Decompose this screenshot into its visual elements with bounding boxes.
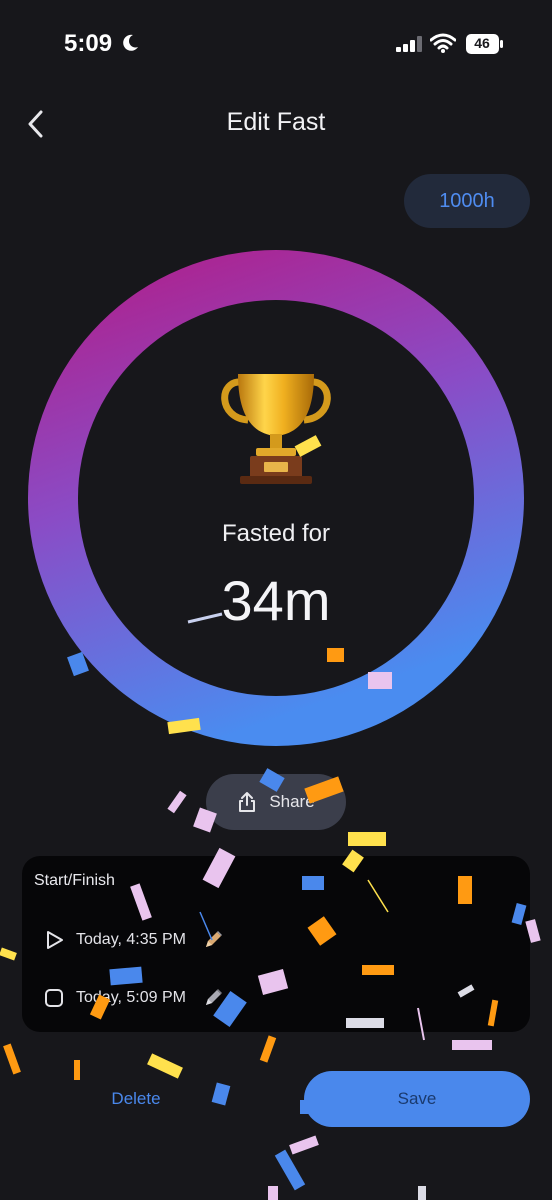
fasted-label: Fasted for xyxy=(221,520,331,547)
share-button[interactable]: Share xyxy=(206,774,346,830)
goal-duration-button[interactable]: 1000h xyxy=(404,174,530,228)
start-time-row[interactable]: Today, 4:35 PM xyxy=(44,924,224,956)
wifi-icon xyxy=(430,33,456,53)
start-time-text: Today, 4:35 PM xyxy=(76,931,186,948)
start-finish-card: Start/Finish Today, 4:35 PM Today, 5:09 … xyxy=(22,856,530,1032)
start-finish-title: Start/Finish xyxy=(34,872,115,889)
end-time-row[interactable]: Today, 5:09 PM xyxy=(44,982,224,1014)
moon-icon xyxy=(123,34,138,51)
edit-fast-screen: 5:09 46 Edit Fast 1000h Fasted for 34m S… xyxy=(0,0,552,1200)
signal-icon xyxy=(396,36,422,52)
play-icon xyxy=(47,931,63,949)
share-label: Share xyxy=(269,792,315,811)
end-time-text: Today, 5:09 PM xyxy=(76,989,186,1006)
stop-icon xyxy=(45,989,63,1007)
status-time: 5:09 xyxy=(64,30,113,57)
battery-level: 46 xyxy=(474,35,490,51)
delete-button[interactable]: Delete xyxy=(88,1078,184,1120)
fasted-duration: 34m xyxy=(221,569,331,632)
pencil-icon[interactable] xyxy=(202,929,224,951)
save-button[interactable]: Save xyxy=(304,1071,530,1127)
pencil-icon[interactable] xyxy=(202,987,224,1009)
trophy-icon xyxy=(221,374,331,484)
share-icon xyxy=(239,792,256,812)
status-bar: 5:09 46 xyxy=(0,0,552,90)
page-title: Edit Fast xyxy=(226,108,326,136)
